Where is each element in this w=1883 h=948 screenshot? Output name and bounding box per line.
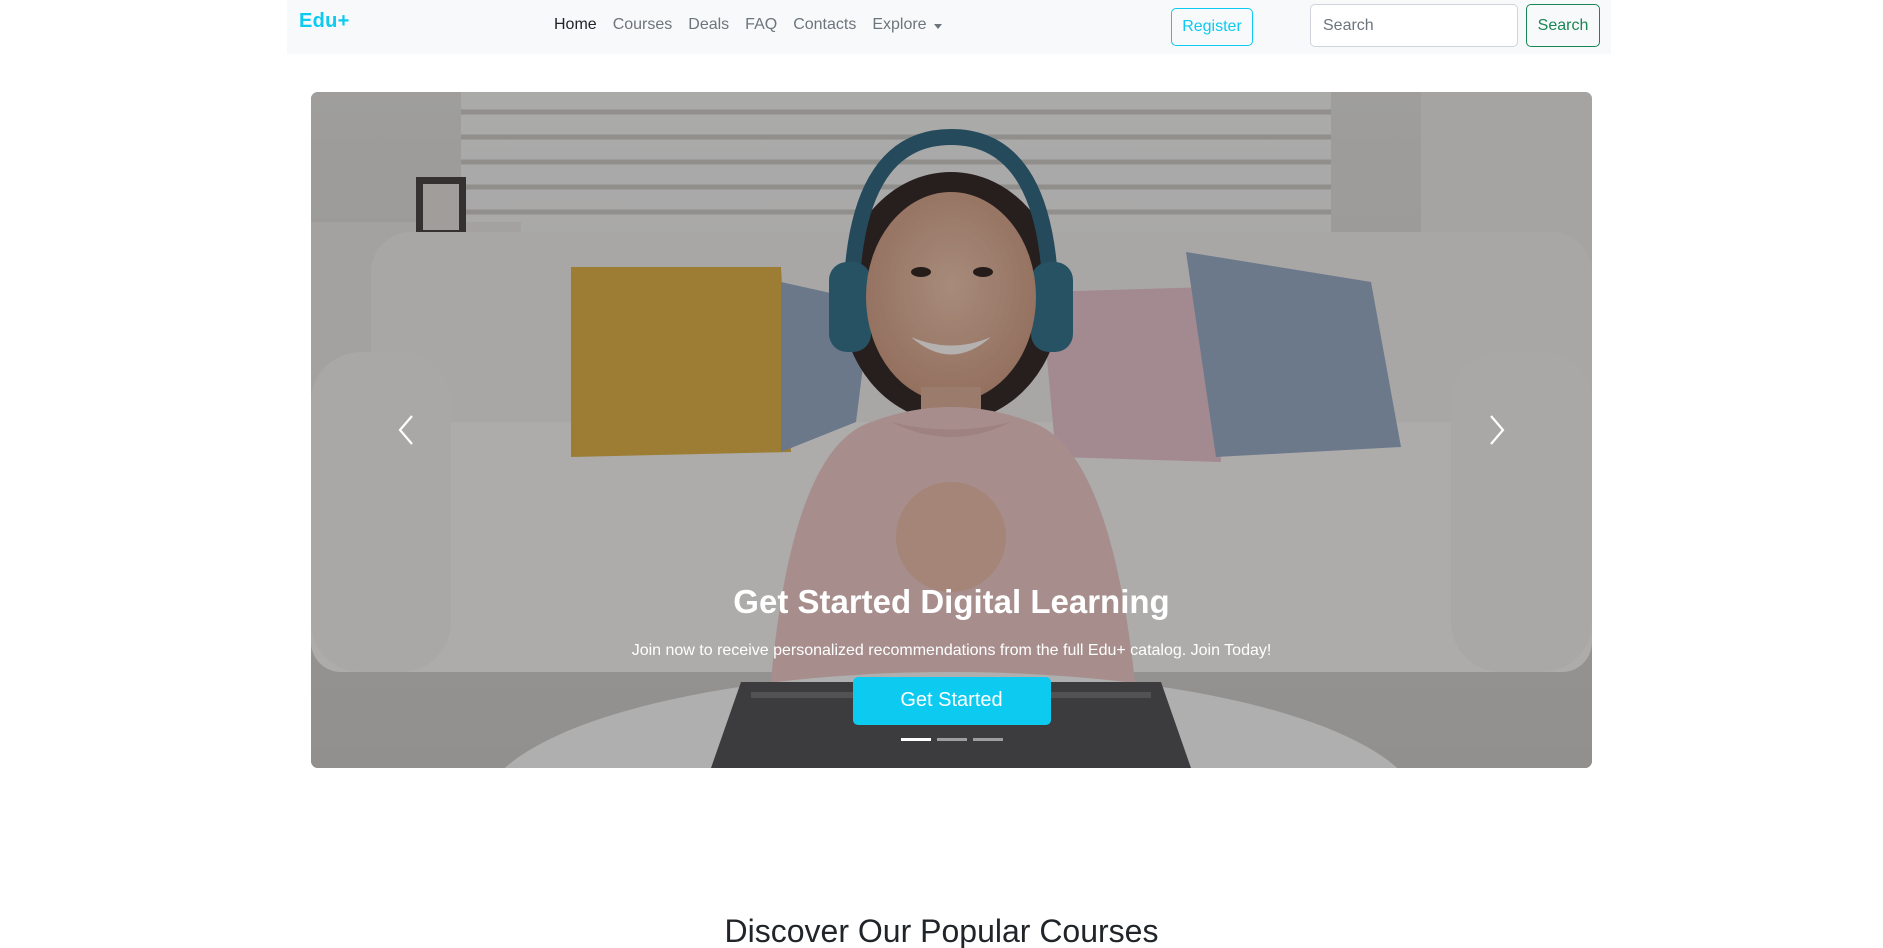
nav-dropdown-explore[interactable]: Explore	[872, 16, 942, 34]
navbar: Edu+ Home Courses Deals FAQ Contacts Exp…	[287, 0, 1611, 54]
caret-down-icon	[933, 23, 942, 29]
popular-courses-heading: Discover Our Popular Courses	[724, 913, 1159, 948]
brand-logo[interactable]: Edu+	[299, 10, 350, 33]
nav-link-faq[interactable]: FAQ	[745, 16, 777, 34]
nav-dropdown-label: Explore	[872, 16, 927, 33]
register-button[interactable]: Register	[1171, 8, 1253, 46]
carousel-indicator-2[interactable]	[936, 738, 967, 741]
search-button[interactable]: Search	[1526, 4, 1600, 47]
hero-carousel: Get Started Digital Learning Join now to…	[311, 92, 1592, 768]
nav-link-deals[interactable]: Deals	[688, 16, 729, 34]
nav-links: Home Courses Deals FAQ Contacts Explore	[554, 0, 958, 50]
nav-link-contacts[interactable]: Contacts	[793, 16, 856, 34]
hero-title: Get Started Digital Learning	[733, 583, 1170, 620]
chevron-left-icon	[398, 415, 413, 445]
carousel-indicator-3[interactable]	[972, 738, 1003, 741]
nav-link-courses[interactable]: Courses	[613, 16, 673, 34]
chevron-right-icon	[1490, 415, 1505, 445]
search-input[interactable]	[1310, 4, 1518, 47]
get-started-button[interactable]: Get Started	[852, 676, 1051, 725]
hero-description: Join now to receive personalized recomme…	[631, 641, 1272, 659]
carousel-indicators	[311, 738, 1592, 741]
nav-link-home[interactable]: Home	[554, 16, 597, 34]
carousel-indicator-1[interactable]	[900, 738, 931, 741]
hero-caption: Get Started Digital Learning Join now to…	[311, 582, 1592, 725]
